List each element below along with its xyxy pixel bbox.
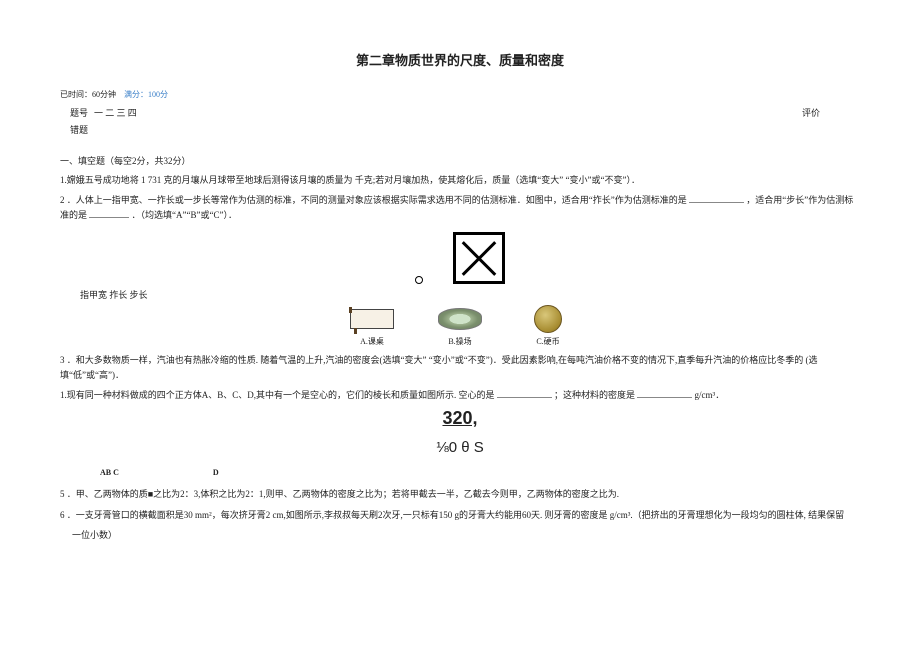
question-3: 3 ．和大多数物质一样，汽油也有热胀冷缩的性质. 随着气温的上升,汽油的密度会(… [60, 353, 860, 382]
question-5: 5 ．甲、乙两物体的质■之比为2：3,体积之比为2：1,则甲、乙两物体的密度之比… [60, 487, 860, 501]
score-value: 100分 [148, 90, 168, 99]
q2-measure-labels: 指甲宽 拃长 步长 [80, 288, 860, 301]
question-6: 6 ．一支牙膏管口的横截面积是30 mm²，每次挤牙膏2 cm,如图所示,李叔叔… [60, 508, 860, 522]
abcd-right: D [213, 468, 219, 477]
circle-icon [415, 276, 423, 284]
question-4: 1.现有同一种材料做成的四个正方体A、B、C、D,其中有一个是空心的，它们的棱长… [60, 388, 860, 402]
pingjia-label: 评价 [802, 106, 820, 119]
coin-image [524, 305, 572, 333]
blank [637, 388, 692, 398]
question-1: 1.嫦娥五号成功地将 1 731 克的月壤从月球带至地球后测得该月壤的质量为 千… [60, 173, 860, 187]
blank [89, 208, 129, 218]
stadium-image [436, 305, 484, 333]
blank [689, 193, 744, 203]
image-captions: A.课桌 B.操场 C.硬币 [60, 336, 860, 347]
time-value: 60分钟 [92, 90, 116, 99]
q2-part-c: ．（均选填“A”“B”或“C”）． [132, 210, 237, 220]
crossed-box-icon [453, 232, 505, 284]
tihao-label: 题号 [70, 106, 88, 119]
desk-image [348, 305, 396, 333]
blank [497, 388, 552, 398]
q2-part-a: 2 ．人体上一指甲宽、一拃长或一步长等常作为估测的标准，不同的测量对象应该根据实… [60, 195, 687, 205]
meta-line: 已时间：60分钟 满分：100分 [60, 89, 860, 100]
center-symbols: ⅛0 θ S [60, 439, 860, 456]
abcd-left: AB C [100, 468, 119, 477]
tihao-row: 题号 一 二 三 四 评价 [60, 106, 860, 119]
time-label: 已时间： [60, 90, 92, 99]
image-triple [60, 305, 860, 333]
score-label: 满分： [124, 90, 148, 99]
question-6-cont: 一位小数） [72, 528, 860, 542]
q4-part-a: 1.现有同一种材料做成的四个正方体A、B、C、D,其中有一个是空心的，它们的棱长… [60, 390, 495, 400]
caption-c: C.硬币 [524, 336, 572, 347]
center-number: 320, [60, 408, 860, 429]
figure-row-1 [60, 232, 860, 284]
question-2: 2 ．人体上一指甲宽、一拃长或一步长等常作为估测的标准，不同的测量对象应该根据实… [60, 193, 860, 222]
tihao-items: 一 二 三 四 [94, 106, 137, 119]
q4-part-c: g/cm³． [695, 390, 725, 400]
cuoti-label: 错题 [70, 123, 860, 136]
section-1-heading: 一、填空题（每空2分，共32分） [60, 154, 860, 167]
abcd-labels: AB C D [100, 468, 860, 477]
page-title: 第二章物质世界的尺度、质量和密度 [60, 50, 860, 69]
caption-a: A.课桌 [348, 336, 396, 347]
q4-part-b: ；这种材料的密度是 [554, 390, 635, 400]
caption-b: B.操场 [436, 336, 484, 347]
